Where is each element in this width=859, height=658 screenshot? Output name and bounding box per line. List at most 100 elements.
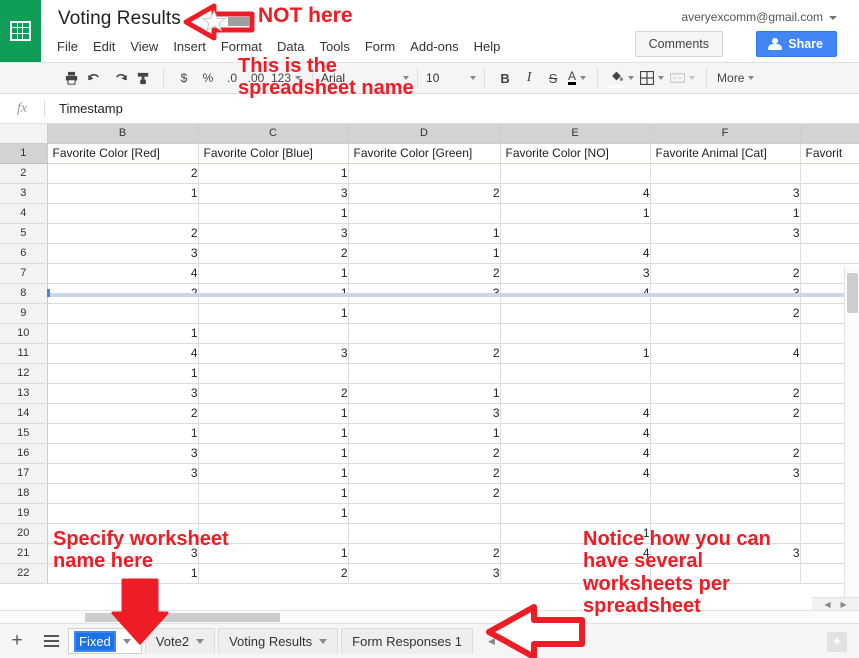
horizontal-scrollbar[interactable] [0,610,859,623]
menu-item-insert[interactable]: Insert [173,39,206,54]
grid-cell[interactable] [650,563,801,584]
print-icon[interactable] [59,66,83,90]
column-header-e[interactable]: E [500,124,651,144]
more-toolbar-button[interactable]: More [711,66,760,90]
column-header-d[interactable]: D [348,124,501,144]
grid-cell[interactable]: 1 [650,203,801,224]
grid-cell[interactable] [500,323,651,344]
grid-cell[interactable]: 3 [650,543,801,564]
grid-cell[interactable] [47,303,199,324]
table-row[interactable]: 221 [0,163,859,184]
grid-cell[interactable]: 2 [198,383,349,404]
grid-cell[interactable] [650,243,801,264]
row-header-10[interactable]: 10 [0,323,48,344]
grid-cell[interactable] [800,183,859,204]
sheet-name-input[interactable]: Fixed [74,630,116,652]
grid-cell[interactable] [198,523,349,544]
grid-cell[interactable] [47,503,199,524]
grid-cell[interactable]: 4 [47,343,199,364]
column-header-f[interactable]: F [650,124,801,144]
menu-item-tools[interactable]: Tools [319,39,349,54]
sheets-logo-icon[interactable] [0,0,41,62]
vertical-scrollbar[interactable]: ▲ ▼ [844,267,859,610]
grid-cell[interactable] [500,163,651,184]
grid-cell[interactable]: 2 [348,343,501,364]
font-size-selector[interactable]: 10 [422,67,480,89]
grid-cell[interactable] [348,323,501,344]
grid-cell[interactable]: 2 [650,403,801,424]
grid-cell[interactable]: 2 [348,263,501,284]
grid-cell[interactable]: 2 [348,443,501,464]
grid-cell[interactable]: 2 [650,263,801,284]
grid-cell[interactable] [348,303,501,324]
grid-cell[interactable]: 2 [47,223,199,244]
row-header-16[interactable]: 16 [0,443,48,464]
grid-cell[interactable]: 1 [47,363,199,384]
vertical-scroll-thumb[interactable] [847,273,858,313]
row-header-2[interactable]: 2 [0,163,48,184]
row-header-7[interactable]: 7 [0,263,48,284]
grid-cell[interactable]: 1 [47,183,199,204]
table-row[interactable]: 9 1 2 [0,303,859,324]
grid-cell[interactable] [500,503,651,524]
grid-cell[interactable] [500,303,651,324]
italic-button[interactable]: I [517,66,541,90]
grid-cell[interactable]: Favorite Color [Blue] [198,143,349,164]
comments-button[interactable]: Comments [634,31,723,57]
page-title[interactable]: Voting Results [58,8,181,30]
row-header-9[interactable]: 9 [0,303,48,324]
grid-cell[interactable] [348,523,501,544]
grid-cell[interactable] [47,203,199,224]
grid-cell[interactable] [198,323,349,344]
grid-cell[interactable] [800,163,859,184]
chevron-down-icon[interactable] [196,639,205,644]
grid-cell[interactable]: 3 [500,263,651,284]
grid-cell[interactable]: 1 [500,523,651,544]
grid-cell[interactable]: 1 [47,563,199,584]
grid-cell[interactable]: 3 [198,223,349,244]
grid-cell[interactable] [500,383,651,404]
grid-cell[interactable]: 1 [47,423,199,444]
grid-cell[interactable]: 2 [650,443,801,464]
grid-cell[interactable]: 3 [348,563,501,584]
add-sheet-button[interactable]: + [0,624,34,658]
grid-cell[interactable]: 2 [650,383,801,404]
table-row[interactable]: 52313 [0,223,859,244]
grid-cell[interactable]: 1 [47,323,199,344]
currency-format-button[interactable]: $ [172,66,196,90]
spreadsheet-grid[interactable]: B C D E F 1 Favorite Color [Red] Favorite … [0,124,859,610]
formula-input[interactable]: Timestamp [45,101,123,116]
column-header-c[interactable]: C [198,124,349,144]
grid-cell[interactable]: 1 [348,243,501,264]
grid-cell[interactable]: 1 [198,503,349,524]
scroll-right-icon[interactable]: ▶ [841,600,847,609]
table-row[interactable]: 21 3 1 2 4 3 [0,543,859,564]
table-row[interactable]: 17 3 1 2 4 3 [0,463,859,484]
undo-icon[interactable] [83,66,107,90]
row-header-17[interactable]: 17 [0,463,48,484]
paint-format-icon[interactable] [131,66,155,90]
grid-cell[interactable]: Favorite Color [Green] [348,143,501,164]
menu-item-data[interactable]: Data [277,39,304,54]
merge-cells-icon[interactable] [667,66,698,90]
grid-cell[interactable] [348,203,501,224]
grid-cell[interactable] [650,483,801,504]
grid-cell[interactable] [650,503,801,524]
grid-cell[interactable]: Favorite Animal [Cat] [650,143,801,164]
sheet-tab-navigation[interactable]: ◀ ▶ [488,636,516,647]
grid-cell[interactable]: Favorite Color [NO] [500,143,651,164]
sheet-tab-voting-results[interactable]: Voting Results [218,628,339,654]
table-row[interactable]: 20 1 [0,523,859,544]
row-header-5[interactable]: 5 [0,223,48,244]
grid-cell[interactable]: 1 [500,203,651,224]
grid-cell[interactable]: 1 [198,423,349,444]
share-button[interactable]: Share [756,31,837,57]
grid-cell[interactable]: 2 [650,303,801,324]
table-row[interactable]: 12 1 [0,363,859,384]
sheet-tab-vote2[interactable]: Vote2 [144,628,216,654]
table-row[interactable]: 11 4 3 2 1 4 [0,343,859,364]
horizontal-scroll-thumb[interactable] [85,613,280,622]
grid-cell[interactable]: Favorite Color [Red] [47,143,199,164]
table-row[interactable]: 4111 [0,203,859,224]
grid-cell[interactable]: 3 [47,463,199,484]
